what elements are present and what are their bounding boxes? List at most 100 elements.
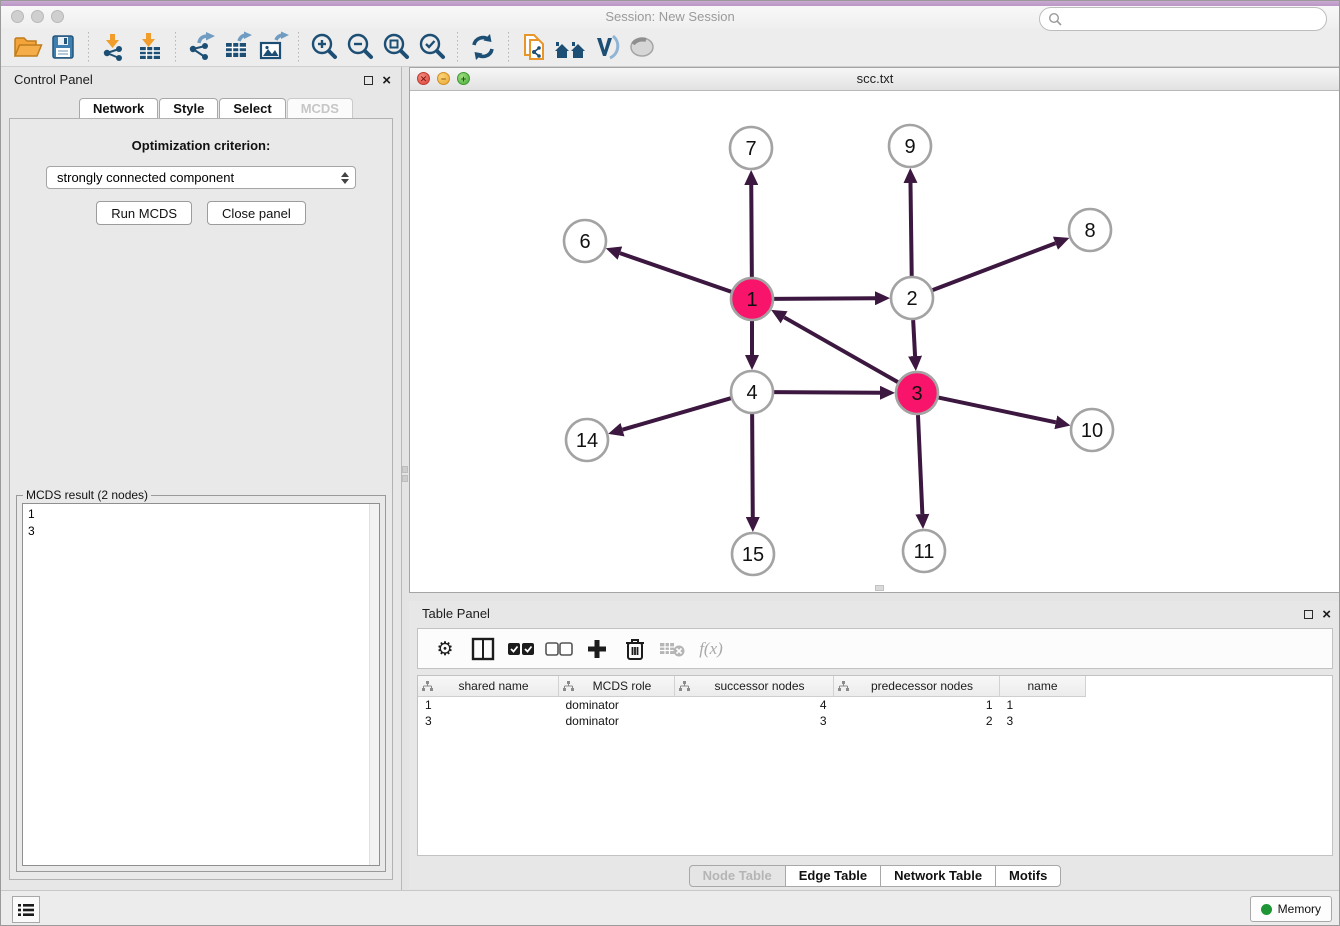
cell-MCDS-role[interactable]: dominator (559, 697, 675, 714)
export-network-icon[interactable] (183, 30, 219, 64)
refresh-view-icon[interactable] (465, 30, 501, 64)
edge-3-1[interactable] (784, 317, 898, 382)
close-panel-button[interactable]: Close panel (207, 201, 306, 225)
tab-network-table[interactable]: Network Table (880, 865, 996, 887)
node-7[interactable]: 7 (730, 127, 772, 169)
svg-text:8: 8 (1084, 220, 1095, 242)
svg-text:3: 3 (911, 383, 922, 405)
close-table-panel-icon[interactable]: × (1322, 610, 1331, 619)
svg-text:9: 9 (904, 136, 915, 158)
column-header-name[interactable]: name (1000, 676, 1086, 697)
deselect-all-checkboxes-icon[interactable] (542, 633, 576, 665)
edge-2-8[interactable] (933, 243, 1056, 290)
network-graph-canvas[interactable]: 7 9 6 8 1 2 4 3 14 10 15 11 (410, 90, 1340, 592)
cell-name[interactable]: 1 (1000, 697, 1086, 714)
zoom-selected-icon[interactable] (414, 30, 450, 64)
open-file-icon[interactable] (9, 30, 45, 64)
run-mcds-button[interactable]: Run MCDS (96, 201, 192, 225)
edge-4-3[interactable] (774, 392, 880, 393)
memory-label: Memory (1278, 902, 1321, 916)
column-selector-icon[interactable] (466, 633, 500, 665)
cell-successor-nodes[interactable]: 4 (675, 697, 834, 714)
column-header-successor-nodes[interactable]: successor nodes (675, 676, 834, 697)
tab-motifs[interactable]: Motifs (995, 865, 1061, 887)
node-1[interactable]: 1 (731, 278, 773, 320)
column-header-shared-name[interactable]: shared name (418, 676, 559, 697)
zoom-out-icon[interactable] (342, 30, 378, 64)
save-session-icon[interactable] (45, 30, 81, 64)
cell-predecessor-nodes[interactable]: 1 (834, 697, 1000, 714)
edge-1-2[interactable] (774, 298, 875, 299)
task-history-list-icon[interactable] (12, 896, 40, 923)
optimization-criterion-label: Optimization criterion: (10, 138, 392, 153)
node-4[interactable]: 4 (731, 371, 773, 413)
network-window-titlebar[interactable]: ✕ − + scc.txt (410, 68, 1340, 91)
tab-select[interactable]: Select (219, 98, 285, 119)
select-all-checkboxes-icon[interactable] (504, 633, 538, 665)
import-network-icon[interactable] (96, 30, 132, 64)
apply-function-icon: f(x) (694, 633, 728, 665)
close-panel-icon[interactable]: × (382, 76, 391, 85)
zoom-fit-icon[interactable] (378, 30, 414, 64)
cell-MCDS-role[interactable]: dominator (559, 713, 675, 729)
export-table-icon[interactable] (219, 30, 255, 64)
edge-1-6[interactable] (620, 253, 731, 292)
search-icon (1048, 12, 1062, 26)
float-table-panel-icon[interactable] (1304, 610, 1313, 619)
mcds-panel-body: Optimization criterion: strongly connect… (9, 118, 393, 880)
canvas-splitter-grip[interactable] (875, 585, 884, 591)
tab-node-table[interactable]: Node Table (689, 865, 786, 887)
tab-style[interactable]: Style (159, 98, 218, 119)
table-row[interactable]: 3dominator323 (418, 713, 1086, 729)
export-image-icon[interactable] (255, 30, 291, 64)
mcds-result-text[interactable]: 13 (22, 503, 380, 866)
edge-3-11[interactable] (918, 415, 922, 514)
node-11[interactable]: 11 (903, 530, 945, 572)
splitter-grip[interactable] (402, 475, 408, 482)
column-header-predecessor-nodes[interactable]: predecessor nodes (834, 676, 1000, 697)
edge-4-15[interactable] (752, 414, 753, 517)
table-row[interactable]: 1dominator411 (418, 697, 1086, 714)
vizmapper-icon[interactable] (588, 30, 624, 64)
cell-shared-name[interactable]: 3 (418, 713, 559, 729)
table-panel: Table Panel × ⚙ (409, 601, 1340, 889)
tab-edge-table[interactable]: Edge Table (785, 865, 881, 887)
edge-4-14[interactable] (623, 398, 731, 430)
node-15[interactable]: 15 (732, 533, 774, 575)
add-column-icon[interactable] (580, 633, 614, 665)
table-options-gear-icon[interactable]: ⚙ (428, 633, 462, 665)
search-box[interactable] (1039, 7, 1327, 31)
cell-name[interactable]: 3 (1000, 713, 1086, 729)
column-header-MCDS-role[interactable]: MCDS role (559, 676, 675, 697)
float-panel-icon[interactable] (364, 76, 373, 85)
edge-2-3[interactable] (913, 320, 915, 356)
delete-column-trash-icon[interactable] (618, 633, 652, 665)
toolbar-separator (457, 32, 458, 62)
edge-2-9[interactable] (910, 183, 911, 276)
cell-shared-name[interactable]: 1 (418, 697, 559, 714)
result-scrollbar[interactable] (369, 504, 379, 865)
node-3[interactable]: 3 (896, 372, 938, 414)
criterion-select[interactable]: strongly connected component (46, 166, 356, 189)
node-10[interactable]: 10 (1071, 409, 1113, 451)
node-6[interactable]: 6 (564, 220, 606, 262)
node-2[interactable]: 2 (891, 277, 933, 319)
import-table-icon[interactable] (132, 30, 168, 64)
node-14[interactable]: 14 (566, 419, 608, 461)
tab-mcds[interactable]: MCDS (287, 98, 353, 119)
cell-predecessor-nodes[interactable]: 2 (834, 713, 1000, 729)
hide-graphics-eye-icon[interactable] (624, 30, 660, 64)
tab-network[interactable]: Network (79, 98, 158, 119)
node-9[interactable]: 9 (889, 125, 931, 167)
search-input[interactable] (1066, 9, 1326, 29)
delete-table-icon[interactable] (656, 633, 690, 665)
edge-1-7[interactable] (751, 185, 752, 277)
splitter-grip[interactable] (402, 466, 408, 473)
clone-network-icon[interactable] (516, 30, 552, 64)
memory-button[interactable]: Memory (1250, 896, 1332, 922)
edge-3-10[interactable] (939, 398, 1056, 423)
node-8[interactable]: 8 (1069, 209, 1111, 251)
zoom-in-icon[interactable] (306, 30, 342, 64)
network-overview-icon[interactable] (552, 30, 588, 64)
cell-successor-nodes[interactable]: 3 (675, 713, 834, 729)
